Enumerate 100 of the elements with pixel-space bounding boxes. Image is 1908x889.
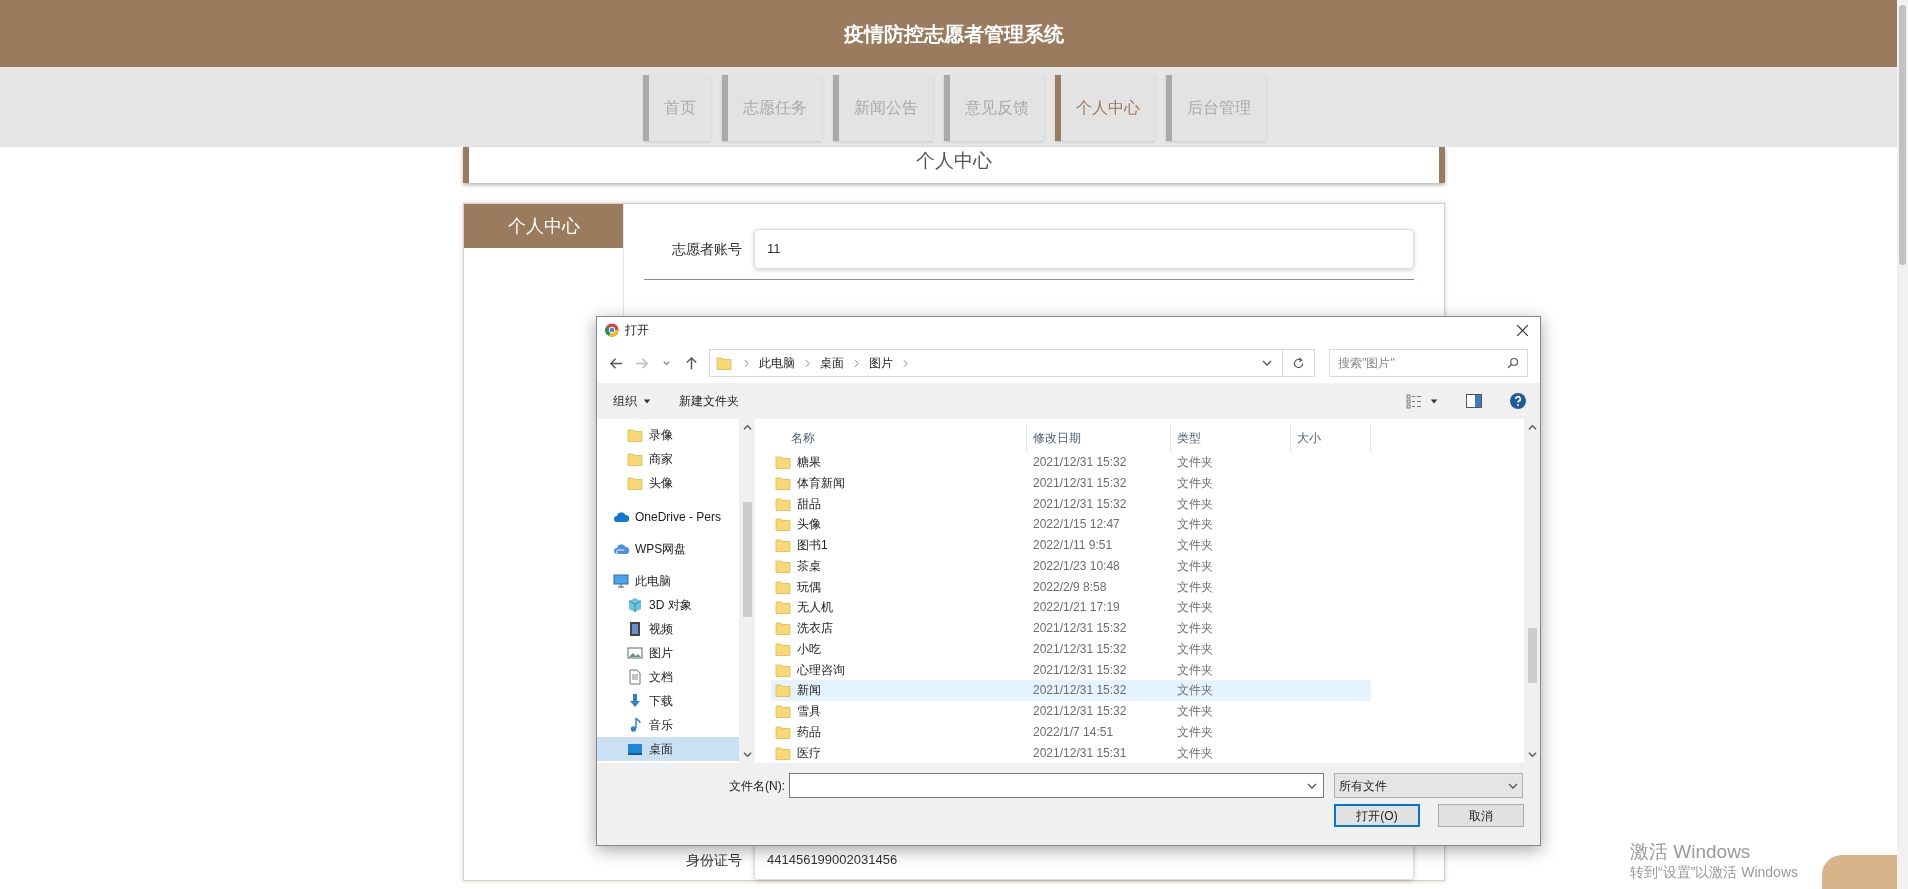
caret-icon: [1430, 397, 1438, 405]
nav-pane-item[interactable]: 图片: [597, 641, 739, 665]
nav-pane-item[interactable]: WPS网盘: [597, 537, 739, 561]
file-row[interactable]: 心理咨询 2021/12/31 15:32 文件夹: [771, 659, 1371, 680]
file-row[interactable]: 玩偶 2022/2/9 8:58 文件夹: [771, 576, 1371, 597]
scroll-thumb[interactable]: [742, 502, 752, 617]
file-date: 2022/1/7 14:51: [1032, 723, 1115, 741]
folder-icon: [627, 451, 643, 467]
file-row[interactable]: 药品 2022/1/7 14:51 文件夹: [771, 721, 1371, 743]
file-name: 头像: [797, 516, 821, 534]
chevron-icon: [744, 358, 749, 368]
file-name: 药品: [797, 723, 821, 741]
cloud-icon: [613, 541, 629, 557]
file-type: 文件夹: [1176, 537, 1214, 555]
nav-pane-item[interactable]: 商家: [597, 447, 739, 471]
activation-title: 激活 Windows: [1630, 841, 1752, 863]
text-field[interactable]: 11: [754, 229, 1414, 269]
nav-pane-item[interactable]: 音乐: [597, 713, 739, 737]
refresh-icon: [1292, 356, 1306, 370]
film-icon: [627, 621, 643, 637]
nav-pane-item[interactable]: 视频: [597, 617, 739, 641]
file-row[interactable]: 茶桌 2022/1/23 10:48 文件夹: [771, 555, 1371, 577]
folder-icon: [775, 454, 791, 471]
breadcrumb-item[interactable]: 桌面: [816, 354, 848, 372]
file-type: 文件夹: [1176, 454, 1214, 472]
file-row[interactable]: 头像 2022/1/15 12:47 文件夹: [771, 513, 1371, 535]
nav-pane-item[interactable]: 头像: [597, 471, 739, 495]
column-header[interactable]: 类型: [1171, 424, 1291, 452]
filename-label: 文件名(N):: [728, 777, 786, 795]
up-arrow-button[interactable]: [684, 355, 699, 371]
file-type: 文件夹: [1176, 516, 1214, 534]
nav-pane-item[interactable]: 文档: [597, 665, 739, 689]
file-row[interactable]: 小吃 2021/12/31 15:32 文件夹: [771, 638, 1371, 660]
page-scrollbar[interactable]: [1897, 0, 1908, 889]
dialog-button[interactable]: 取消: [1438, 804, 1524, 827]
file-date: 2021/12/31 15:32: [1032, 682, 1128, 700]
close-icon: [1516, 324, 1528, 336]
up-caret-icon: [1527, 423, 1537, 432]
view-options-button[interactable]: [1406, 393, 1438, 409]
file-type: 文件夹: [1176, 599, 1214, 617]
folder-icon: [627, 427, 643, 443]
file-row[interactable]: 洗衣店 2021/12/31 15:32 文件夹: [771, 617, 1371, 639]
breadcrumb-item[interactable]: 图片: [865, 354, 897, 372]
organize-menu[interactable]: 组织: [613, 392, 651, 410]
file-row[interactable]: 新闻 2021/12/31 15:32 文件夹: [771, 679, 1371, 701]
file-date: 2021/12/31 15:32: [1032, 474, 1128, 492]
sidebar-title: 个人中心: [464, 204, 623, 248]
file-row[interactable]: 无人机 2022/1/21 17:19 文件夹: [771, 596, 1371, 618]
new-folder-button[interactable]: 新建文件夹: [679, 392, 739, 410]
file-type: 文件夹: [1176, 620, 1214, 638]
help-button[interactable]: [1510, 393, 1526, 409]
up-caret-icon: [742, 423, 752, 432]
dialog-button[interactable]: 打开(O): [1334, 804, 1420, 827]
picture-icon: [627, 645, 643, 661]
folder-icon: [775, 661, 791, 678]
file-row[interactable]: 图书1 2022/1/11 9:51 文件夹: [771, 534, 1371, 556]
dropdown-caret-icon: [1262, 358, 1273, 368]
file-row[interactable]: 体育新闻 2021/12/31 15:32 文件夹: [771, 472, 1371, 494]
site-title: 疫情防控志愿者管理系统: [844, 21, 1064, 47]
file-date: 2021/12/31 15:32: [1032, 703, 1128, 721]
browser-logo-icon: [605, 323, 619, 337]
nav-pane-item[interactable]: 此电脑: [597, 569, 739, 593]
nav-pane-item[interactable]: OneDrive - Pers: [597, 505, 739, 529]
file-name: 玩偶: [797, 578, 821, 596]
breadcrumb-item[interactable]: 此电脑: [755, 354, 799, 372]
file-row[interactable]: 雪具 2021/12/31 15:32 文件夹: [771, 700, 1371, 722]
field-label: 志愿者账号: [671, 239, 743, 259]
nav-pane-item[interactable]: 桌面: [597, 737, 739, 761]
file-date: 2022/2/9 8:58: [1032, 578, 1108, 596]
nav-pane-item[interactable]: 录像: [597, 423, 739, 447]
file-name: 洗衣店: [797, 620, 833, 638]
chevron-icon: [854, 358, 859, 368]
filename-input[interactable]: [789, 773, 1324, 798]
field-label: 身份证号: [685, 850, 743, 870]
file-type: 文件夹: [1176, 682, 1214, 700]
column-header[interactable]: 大小: [1291, 424, 1371, 452]
file-row[interactable]: 糖果 2021/12/31 15:32 文件夹: [771, 451, 1371, 473]
desktop-icon: [627, 741, 643, 757]
column-header[interactable]: 名称: [771, 424, 1027, 452]
file-date: 2021/12/31 15:32: [1032, 495, 1128, 513]
preview-pane-button[interactable]: [1466, 394, 1482, 408]
file-date: 2021/12/31 15:32: [1032, 640, 1128, 658]
file-row[interactable]: 甜品 2021/12/31 15:32 文件夹: [771, 493, 1371, 514]
file-name: 新闻: [797, 682, 821, 700]
nav-pane-item[interactable]: 下载: [597, 689, 739, 713]
file-name: 无人机: [797, 599, 833, 617]
file-name: 体育新闻: [797, 474, 845, 492]
search-field[interactable]: 搜索"图片": [1329, 349, 1528, 377]
file-date: 2021/12/31 15:32: [1032, 454, 1128, 472]
scroll-thumb[interactable]: [1527, 628, 1537, 683]
address-bar[interactable]: 此电脑 桌面 图片: [709, 349, 1316, 377]
file-type-dropdown[interactable]: 所有文件: [1334, 773, 1523, 798]
chevron-icon: [903, 358, 908, 368]
file-type: 文件夹: [1176, 744, 1214, 762]
folder-icon: [775, 682, 791, 699]
search-placeholder: 搜索"图片": [1338, 355, 1396, 372]
file-row[interactable]: 医疗 2021/12/31 15:31 文件夹: [771, 742, 1371, 763]
column-header[interactable]: 修改日期: [1027, 424, 1171, 452]
nav-pane-item[interactable]: 3D 对象: [597, 593, 739, 617]
file-type: 文件夹: [1176, 661, 1214, 679]
